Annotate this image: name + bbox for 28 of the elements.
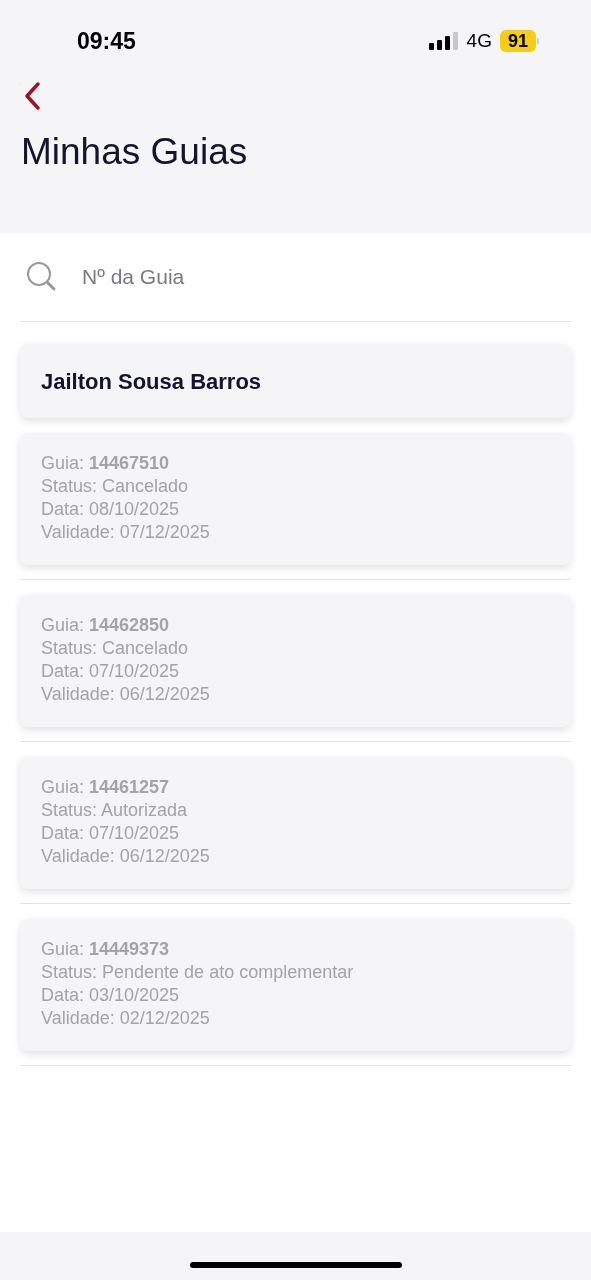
guide-card[interactable]: Guia: 14449373 Status: Pendente de ato complementar Data: 03/10/2025 Validade: 02/12/2025 <box>20 919 571 1051</box>
guide-detail: Guia: 14449373 <box>41 938 171 961</box>
guide-card[interactable]: Guia: 14462850 Status: Cancelado Data: 07/10/2025 Validade: 06/12/2025 <box>20 595 571 727</box>
page-title: Minhas Guias <box>21 130 248 174</box>
beneficiary-name: Jailton Sousa Barros <box>41 367 262 396</box>
guide-detail: Guia: 14467510 <box>41 452 171 475</box>
guide-detail: Status: Cancelado <box>41 475 190 498</box>
guide-detail: Data: 07/10/2025 <box>41 660 181 683</box>
signal-icon <box>428 32 459 50</box>
guide-card[interactable]: Guia: 14461257 Status: Autorizada Data: 07/10/2025 Validade: 06/12/2025 <box>20 757 571 889</box>
guide-detail: Validade: 02/12/2025 <box>41 1007 211 1030</box>
guide-detail: Guia: 14461257 <box>41 776 171 799</box>
guide-detail: Validade: 07/12/2025 <box>41 521 211 544</box>
guide-detail: Data: 08/10/2025 <box>41 498 181 521</box>
network-label: 4G <box>466 28 492 53</box>
guide-detail: Validade: 06/12/2025 <box>41 845 211 868</box>
guide-detail: Guia: 14462850 <box>41 614 171 637</box>
search-field[interactable]: Nº da Guia <box>82 261 571 293</box>
guide-detail: Data: 07/10/2025 <box>41 822 181 845</box>
battery-icon: 91 <box>499 30 539 52</box>
guide-detail: Status: Cancelado <box>41 637 190 660</box>
guide-detail: Validade: 06/12/2025 <box>41 683 211 706</box>
guide-card[interactable]: Guia: 14467510 Status: Cancelado Data: 08/10/2025 Validade: 07/12/2025 <box>20 433 571 565</box>
guide-detail: Data: 03/10/2025 <box>41 984 181 1007</box>
guide-detail: Status: Autorizada <box>41 799 189 822</box>
status-time: 09:45 <box>77 26 136 56</box>
guide-detail: Status: Pendente de ato complementar <box>41 961 355 984</box>
search-icon <box>26 261 58 293</box>
